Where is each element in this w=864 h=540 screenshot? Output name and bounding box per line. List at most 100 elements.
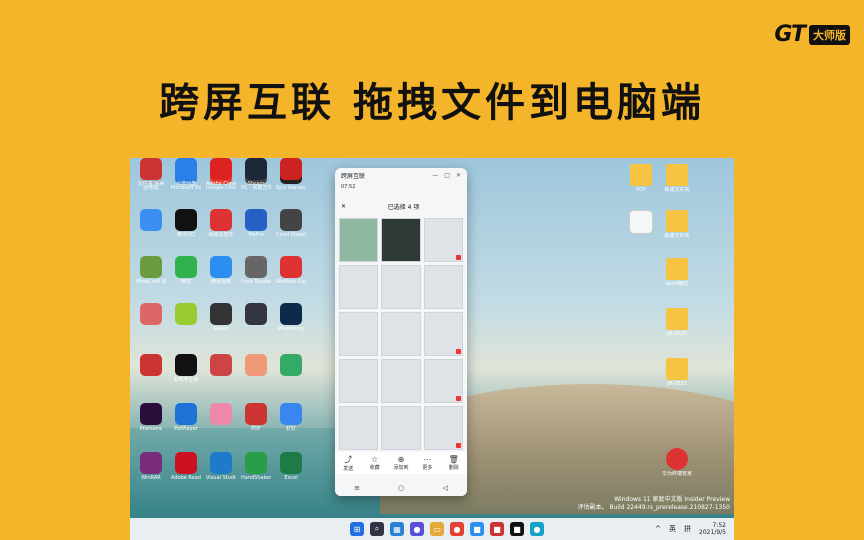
taskbar-app-red-icon[interactable]: ■: [490, 522, 504, 536]
photo-thumbnail[interactable]: [423, 406, 463, 450]
desktop-icon[interactable]: [241, 303, 271, 326]
desktop-icon[interactable]: MineCraft 启动器: [136, 256, 166, 285]
chevron-up-icon[interactable]: ^: [655, 525, 661, 533]
taskbar-app-cyan-icon[interactable]: ●: [530, 522, 544, 536]
desktop-icon[interactable]: 华为终端管家: [662, 448, 692, 477]
desktop-icon[interactable]: PotPlayer: [171, 403, 201, 432]
desktop-icon[interactable]: Photoshop: [276, 303, 306, 332]
action-star-button[interactable]: ☆ 收藏: [365, 455, 385, 471]
desktop-icon[interactable]: 网易云音乐: [206, 209, 236, 238]
desktop-icon[interactable]: [241, 354, 271, 377]
action-label: 删除: [448, 465, 459, 471]
desktop-icon[interactable]: WeMeet Capture Line: [276, 256, 306, 285]
desktop-icon-label: word格式: [665, 281, 689, 287]
back-nav-icon[interactable]: ◁: [442, 484, 447, 492]
photo-thumbnail[interactable]: [381, 406, 421, 450]
folder-icon[interactable]: word格式: [662, 258, 692, 287]
desktop-icon[interactable]: 剪映专业版: [171, 354, 201, 383]
desktop-icon[interactable]: Adobe Reader XI: [171, 452, 201, 481]
desktop-icon[interactable]: [136, 303, 166, 326]
taskbar-chrome-icon[interactable]: ●: [450, 522, 464, 536]
clock[interactable]: 7:52 2021/9/5: [699, 522, 726, 536]
desktop-icon[interactable]: [276, 354, 306, 377]
app-icon: [245, 256, 267, 278]
desktop-icon[interactable]: Visual Studio Code: [206, 452, 236, 481]
desktop-icon[interactable]: 腾讯视频: [206, 256, 236, 285]
home-nav-icon[interactable]: ○: [398, 484, 404, 492]
desktop-icon[interactable]: Adobe Creative Cloud: [206, 158, 236, 187]
photo-thumbnail[interactable]: [339, 265, 379, 309]
photo-thumbnail[interactable]: [339, 406, 379, 450]
desktop-icon[interactable]: [206, 403, 236, 426]
folder-icon[interactable]: [626, 210, 656, 235]
lang-indicator[interactable]: 英: [669, 524, 676, 534]
photo-thumbnail[interactable]: [339, 359, 379, 403]
window-titlebar[interactable]: 跨屏互联 — □ ✕: [335, 168, 467, 182]
desktop-icon[interactable]: [206, 354, 236, 377]
taskbar-search-icon[interactable]: ⌕: [370, 522, 384, 536]
photo-thumbnail[interactable]: [423, 265, 463, 309]
photo-thumbnail[interactable]: [381, 218, 421, 262]
phone-mirror-window[interactable]: 跨屏互联 — □ ✕ 07:52 ✕ 已选择 4 项 ⤴ 发送 ☆ 收藏 ⊕ 添加到 ⋯ 更多…: [335, 168, 467, 496]
desktop-icon[interactable]: [171, 303, 201, 326]
photo-thumbnail[interactable]: [381, 265, 421, 309]
folder-icon[interactable]: 新建文件夹: [662, 210, 692, 239]
photo-thumbnail[interactable]: [339, 218, 379, 262]
action-share-button[interactable]: ⤴ 发送: [338, 454, 358, 472]
photo-thumbnail[interactable]: [423, 218, 463, 262]
action-more-button[interactable]: ⋯ 更多: [417, 455, 437, 471]
checkbox-checked-icon[interactable]: [455, 443, 461, 448]
desktop-icon-label: 腾讯QQ: [177, 232, 195, 238]
system-tray: ^ 英 拼 7:52 2021/9/5: [655, 522, 734, 536]
desktop-icon[interactable]: Corel VideoStudio: [276, 209, 306, 238]
taskbar-explorer-icon[interactable]: ▭: [430, 522, 444, 536]
taskbar-apps: ⊞ ⌕ ▦ ● ▭ ● ■ ■ ■ ●: [350, 522, 544, 536]
app-icon: [175, 403, 197, 425]
folder-icon[interactable]: JH-2021: [662, 358, 692, 387]
close-button[interactable]: ✕: [456, 172, 461, 179]
checkbox-checked-icon[interactable]: [455, 255, 461, 260]
taskbar-app-blue-icon[interactable]: ■: [470, 522, 484, 536]
taskbar-app-dark-icon[interactable]: ■: [510, 522, 524, 536]
photo-thumbnail[interactable]: [381, 359, 421, 403]
action-plus-button[interactable]: ⊕ 添加到: [391, 455, 411, 471]
menu-nav-icon[interactable]: ≡: [354, 484, 360, 492]
desktop-icon[interactable]: Steam: [206, 303, 236, 332]
photo-thumbnail[interactable]: [381, 312, 421, 356]
desktop-icon[interactable]: WinRAR: [136, 452, 166, 481]
taskbar-start-icon[interactable]: ⊞: [350, 522, 364, 536]
desktop-icon[interactable]: MePro: [241, 209, 271, 238]
desktop-icon[interactable]: Steam: [241, 158, 271, 187]
app-icon: [175, 158, 197, 180]
ime-indicator[interactable]: 拼: [684, 524, 691, 534]
desktop-icon[interactable]: 钉钉: [276, 403, 306, 432]
app-icon: [210, 452, 232, 474]
desktop-icon[interactable]: 腾讯QQ: [171, 209, 201, 238]
photo-thumbnail[interactable]: [339, 312, 379, 356]
desktop-icon[interactable]: Foxit Reader PDF: [241, 256, 271, 285]
desktop-icon[interactable]: PDF: [241, 403, 271, 432]
desktop-icon[interactable]: 文件夹 网易: [136, 158, 166, 187]
action-trash-button[interactable]: 🗑 删除: [444, 455, 464, 471]
desktop-icon[interactable]: Premiere: [136, 403, 166, 432]
desktop-icon-label: 新建文件夹: [664, 233, 690, 239]
desktop-icon[interactable]: Excel: [276, 452, 306, 481]
desktop-icon[interactable]: 微信: [171, 256, 201, 285]
app-icon: [245, 452, 267, 474]
taskbar-widgets-icon[interactable]: ▦: [390, 522, 404, 536]
desktop-icon[interactable]: HandShaker: [241, 452, 271, 481]
desktop-icon[interactable]: [136, 354, 166, 377]
desktop-icon[interactable]: [276, 158, 306, 181]
desktop-icon[interactable]: 百度网盘: [171, 158, 201, 187]
taskbar-chat-icon[interactable]: ●: [410, 522, 424, 536]
checkbox-checked-icon[interactable]: [455, 396, 461, 401]
folder-icon[interactable]: 新建文件夹: [662, 164, 692, 193]
photo-thumbnail[interactable]: [423, 312, 463, 356]
maximize-button[interactable]: □: [444, 172, 450, 179]
minimize-button[interactable]: —: [432, 172, 438, 179]
desktop-icon[interactable]: [136, 209, 166, 232]
folder-icon[interactable]: PDF: [626, 164, 656, 193]
photo-thumbnail[interactable]: [423, 359, 463, 403]
folder-icon[interactable]: JH-2020: [662, 308, 692, 337]
checkbox-checked-icon[interactable]: [455, 349, 461, 354]
